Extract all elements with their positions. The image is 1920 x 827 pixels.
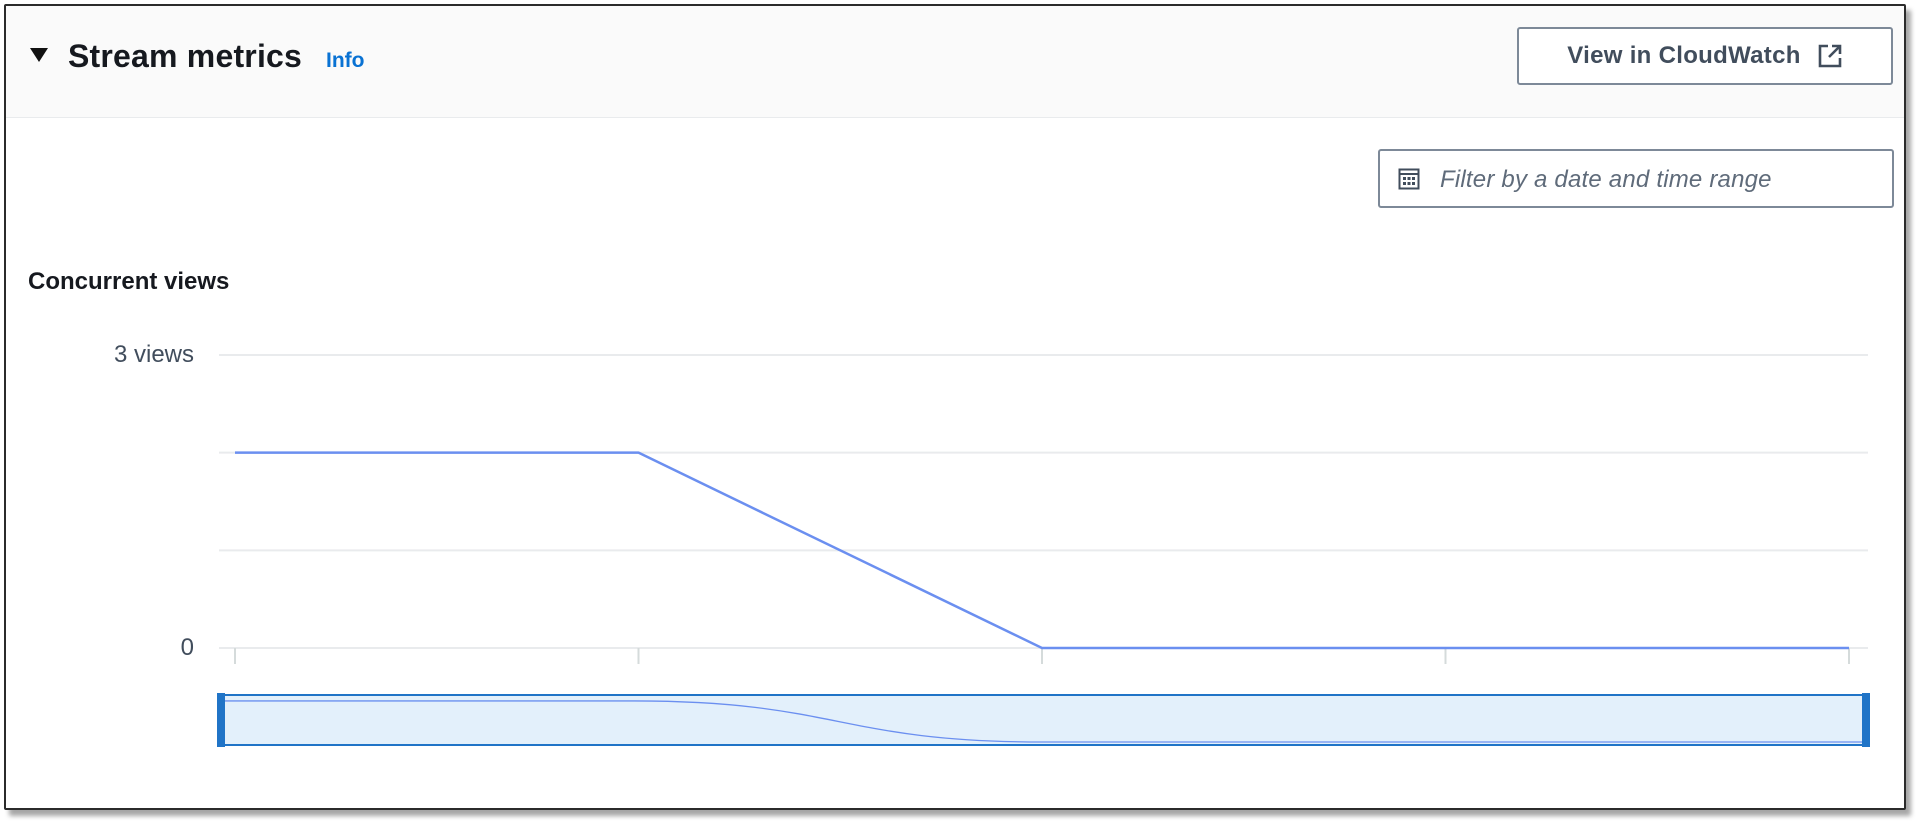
navigator-window: [218, 694, 1869, 746]
navigator-handle-right[interactable]: [1862, 693, 1870, 747]
concurrent-views-chart: [217, 354, 1870, 747]
stream-metrics-panel: Stream metrics Info View in CloudWatch F…: [4, 4, 1906, 810]
navigator-handle-left[interactable]: [217, 693, 225, 747]
